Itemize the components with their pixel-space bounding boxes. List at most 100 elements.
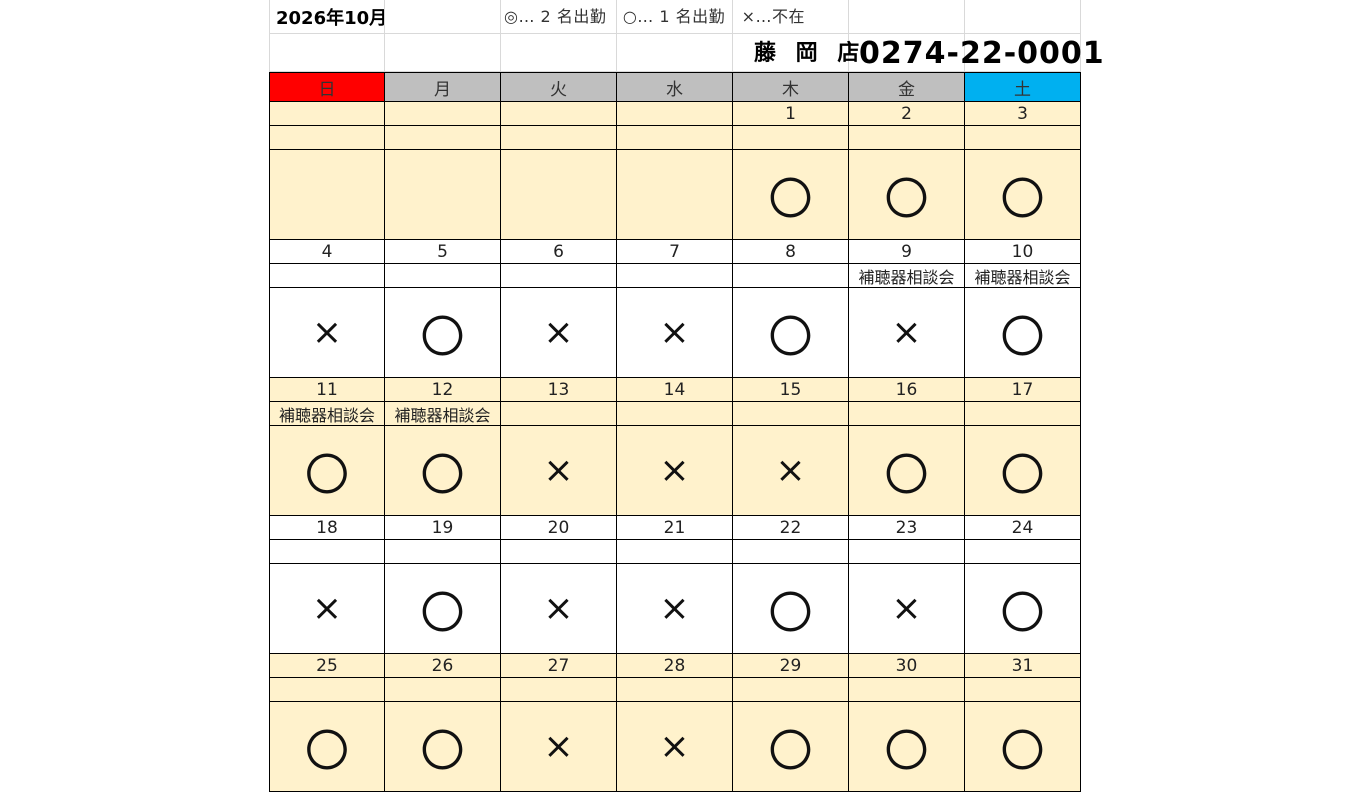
attendance-mark: ×	[617, 426, 733, 516]
day-number	[617, 102, 733, 126]
day-event	[733, 126, 849, 150]
header-cell	[501, 34, 617, 72]
day-number-row: 123	[269, 102, 1081, 126]
day-number: 30	[849, 654, 965, 678]
attendance-mark: 〇	[733, 288, 849, 378]
header-cell	[849, 0, 965, 34]
day-number	[269, 102, 385, 126]
day-event	[849, 402, 965, 426]
day-event	[965, 678, 1081, 702]
day-number: 11	[269, 378, 385, 402]
day-number: 25	[269, 654, 385, 678]
day-event	[269, 126, 385, 150]
attendance-mark-row: × 〇 × × 〇 × 〇	[269, 288, 1081, 378]
weekday-thu: 木	[733, 72, 849, 102]
day-number: 20	[501, 516, 617, 540]
attendance-mark: 〇	[733, 150, 849, 240]
day-event	[965, 540, 1081, 564]
day-number: 19	[385, 516, 501, 540]
day-event	[385, 126, 501, 150]
attendance-mark: 〇	[849, 426, 965, 516]
attendance-mark: ×	[501, 702, 617, 792]
attendance-mark-row: 〇〇 × × × 〇〇	[269, 426, 1081, 516]
day-number: 1	[733, 102, 849, 126]
day-event	[965, 126, 1081, 150]
weekday-fri: 金	[849, 72, 965, 102]
day-number: 23	[849, 516, 965, 540]
day-event	[965, 402, 1081, 426]
day-event-row	[269, 678, 1081, 702]
day-number: 17	[965, 378, 1081, 402]
weekday-mon: 月	[385, 72, 501, 102]
day-number: 31	[965, 654, 1081, 678]
day-event-row	[269, 126, 1081, 150]
attendance-mark: 〇	[849, 702, 965, 792]
month-title: 2026年10月	[269, 0, 385, 34]
day-event	[617, 678, 733, 702]
day-event-row: 補聴器相談会 補聴器相談会	[269, 264, 1081, 288]
day-number: 12	[385, 378, 501, 402]
attendance-mark	[617, 150, 733, 240]
attendance-mark: ×	[617, 702, 733, 792]
day-event	[849, 678, 965, 702]
attendance-mark-row: 〇〇〇	[269, 150, 1081, 240]
day-event	[617, 402, 733, 426]
day-event	[501, 540, 617, 564]
calendar-sheet: 2026年10月 ◎… 2 名出勤 ○… 1 名出勤 ×…不在 藤 岡 店 02…	[269, 0, 1104, 795]
day-event	[385, 264, 501, 288]
day-event-row	[269, 540, 1081, 564]
attendance-mark: 〇	[269, 426, 385, 516]
header-cell	[269, 34, 385, 72]
attendance-mark: 〇	[385, 564, 501, 654]
attendance-mark: ×	[849, 288, 965, 378]
attendance-mark: 〇	[965, 426, 1081, 516]
day-number: 2	[849, 102, 965, 126]
day-number: 5	[385, 240, 501, 264]
day-number: 6	[501, 240, 617, 264]
day-event	[385, 540, 501, 564]
day-event	[733, 402, 849, 426]
day-event	[617, 126, 733, 150]
day-event: 補聴器相談会	[965, 264, 1081, 288]
day-number	[501, 102, 617, 126]
attendance-legend: ◎… 2 名出勤 ○… 1 名出勤 ×…不在	[504, 7, 806, 26]
attendance-mark-row: × 〇 × × 〇 × 〇	[269, 564, 1081, 654]
weekday-header: 日 月 火 水 木 金 土	[269, 72, 1081, 102]
attendance-mark: 〇	[733, 564, 849, 654]
day-number: 24	[965, 516, 1081, 540]
day-number: 22	[733, 516, 849, 540]
day-event	[733, 678, 849, 702]
day-number: 10	[965, 240, 1081, 264]
attendance-mark: ×	[733, 426, 849, 516]
attendance-mark: ×	[617, 564, 733, 654]
day-event: 補聴器相談会	[269, 402, 385, 426]
store-phone: 0274-22-0001	[859, 36, 1105, 71]
day-event	[501, 678, 617, 702]
day-event	[733, 540, 849, 564]
day-event	[733, 264, 849, 288]
day-number: 4	[269, 240, 385, 264]
attendance-mark	[385, 150, 501, 240]
day-event	[617, 540, 733, 564]
attendance-mark: 〇	[385, 702, 501, 792]
attendance-mark: ×	[501, 564, 617, 654]
day-number: 28	[617, 654, 733, 678]
attendance-mark	[269, 150, 385, 240]
attendance-mark: ×	[269, 288, 385, 378]
day-number: 8	[733, 240, 849, 264]
weekday-sun: 日	[269, 72, 385, 102]
day-number: 3	[965, 102, 1081, 126]
weekday-sat: 土	[965, 72, 1081, 102]
day-event-row: 補聴器相談会 補聴器相談会	[269, 402, 1081, 426]
attendance-mark	[501, 150, 617, 240]
header-cell	[385, 0, 501, 34]
day-number: 15	[733, 378, 849, 402]
day-event	[849, 540, 965, 564]
day-number-row: 25 26 27 28 29 30 31	[269, 654, 1081, 678]
day-event	[269, 540, 385, 564]
store-name: 藤 岡 店	[754, 41, 866, 66]
attendance-mark: ×	[617, 288, 733, 378]
day-number: 29	[733, 654, 849, 678]
day-number: 9	[849, 240, 965, 264]
attendance-mark: 〇	[385, 426, 501, 516]
